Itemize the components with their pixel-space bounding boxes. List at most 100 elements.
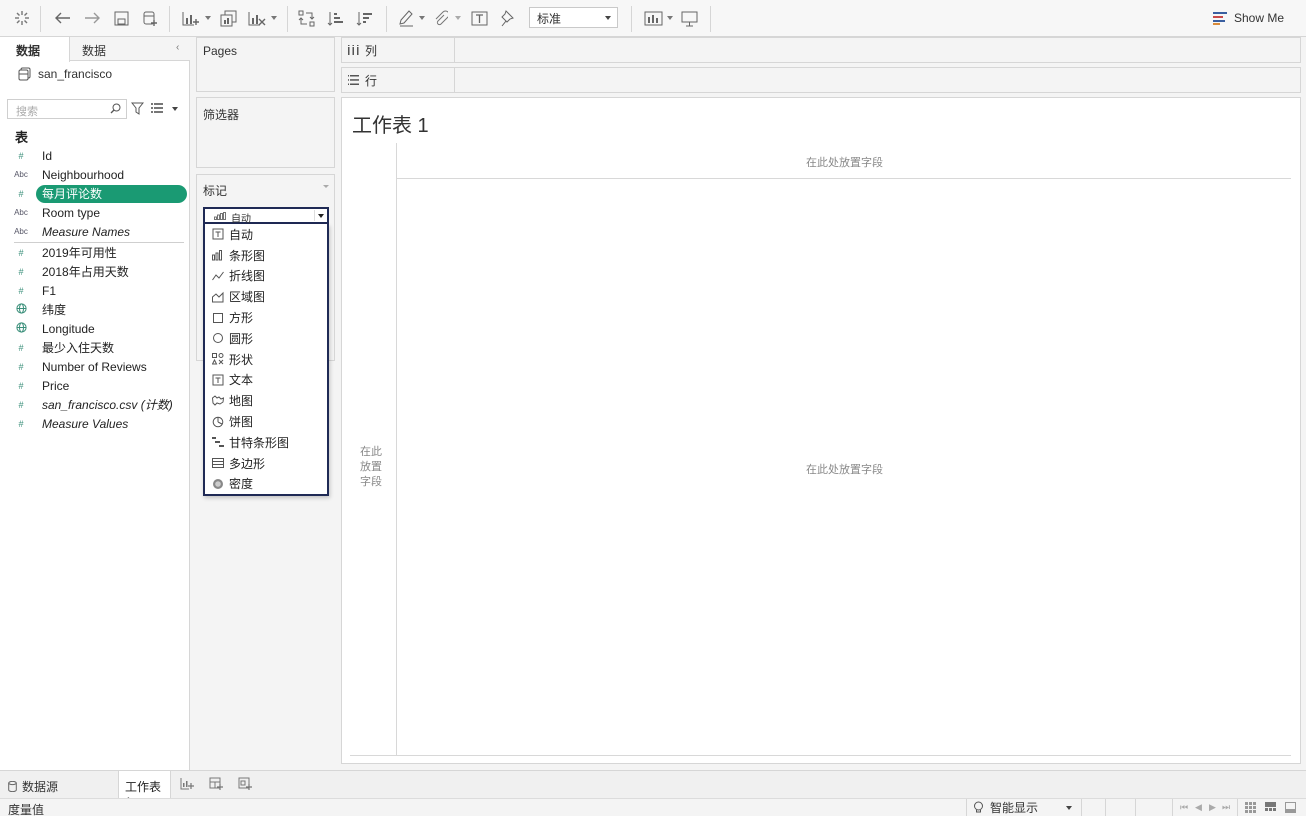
undo-icon[interactable]	[54, 7, 72, 29]
datasource-tab[interactable]: 数据源	[8, 778, 58, 795]
numeric-field-icon: #	[18, 266, 24, 277]
status-text: 度量值	[8, 803, 45, 816]
filters-shelf-title: 筛选器	[203, 108, 240, 122]
mark-type-option[interactable]: 区域图	[205, 286, 327, 307]
rows-shelf-label: 行	[342, 68, 455, 92]
presentation-icon[interactable]	[680, 7, 698, 29]
pages-shelf[interactable]: Pages	[196, 37, 335, 92]
tab-data[interactable]: 数据	[0, 37, 70, 62]
field-name: 纬度	[42, 303, 67, 317]
drop-field-rows[interactable]: 在此 放置 字段	[352, 445, 390, 490]
datasource-name: san_francisco	[38, 67, 113, 81]
columns-shelf[interactable]: 列	[341, 37, 1301, 63]
mark-type-dropdown-button[interactable]	[314, 210, 326, 221]
mark-type-option[interactable]: 圆形	[205, 328, 327, 349]
drop-field-columns[interactable]: 在此处放置字段	[782, 154, 907, 170]
mark-type-option[interactable]: 形状	[205, 349, 327, 370]
previous-page-icon[interactable]: ◀	[1195, 802, 1202, 813]
field-item[interactable]: #2018年占用天数	[0, 262, 190, 281]
new-worksheet-icon[interactable]	[180, 7, 200, 29]
search-placeholder: 搜索	[16, 106, 38, 118]
save-icon[interactable]	[113, 7, 129, 29]
sort-ascending-icon[interactable]	[326, 7, 344, 29]
field-item[interactable]: # F1	[0, 281, 190, 300]
columns-shelf-title: 列	[365, 43, 378, 58]
tableau-logo-icon[interactable]	[13, 7, 31, 29]
field-item[interactable]: #2019年可用性	[0, 243, 190, 262]
new-datasource-icon[interactable]	[141, 7, 159, 29]
mark-type-option[interactable]: 多边形	[205, 453, 327, 474]
tab-analytics[interactable]: 数据	[82, 37, 106, 61]
clear-icon[interactable]	[246, 7, 266, 29]
mark-type-option-label: 文本	[229, 373, 254, 388]
mark-type-option[interactable]: 自动	[205, 224, 327, 245]
swap-icon[interactable]	[297, 7, 315, 29]
next-page-icon[interactable]: ▶	[1209, 802, 1216, 813]
field-name: 每月评论数	[42, 187, 103, 201]
last-page-icon[interactable]: ⏭	[1222, 802, 1230, 813]
first-page-icon[interactable]: ⏮	[1180, 802, 1188, 813]
annotate-icon[interactable]	[433, 7, 449, 29]
mark-type-option[interactable]: 密度	[205, 474, 327, 495]
fit-icon[interactable]	[470, 7, 488, 29]
duplicate-icon[interactable]	[219, 7, 239, 29]
field-item[interactable]: # Price	[0, 376, 190, 395]
filmstrip-view-icon[interactable]	[1265, 802, 1276, 813]
search-input[interactable]: 搜索	[7, 99, 127, 119]
tab-worksheet-1[interactable]: 工作表 1	[118, 771, 171, 809]
mark-type-select[interactable]: 自动	[203, 207, 329, 225]
mark-type-option-label: 地图	[229, 394, 254, 409]
field-item[interactable]: Abc Measure Names	[0, 222, 190, 241]
worksheet-title[interactable]: 工作表 1	[352, 109, 429, 138]
pin-icon[interactable]	[499, 7, 515, 29]
redo-icon[interactable]	[83, 7, 101, 29]
columns-icon	[348, 45, 359, 55]
tab-view-icon[interactable]	[1285, 802, 1296, 813]
numeric-field-icon: #	[18, 150, 24, 161]
format-select[interactable]: 标准	[529, 7, 618, 28]
field-item[interactable]: # Number of Reviews	[0, 357, 190, 376]
collapse-pane-icon[interactable]: ‹	[176, 42, 179, 53]
bar-mark-icon	[205, 249, 227, 261]
new-dashboard-tab-icon[interactable]	[209, 777, 223, 791]
field-item[interactable]: # san_francisco.csv (计数)	[0, 395, 190, 414]
drop-field-center[interactable]: 在此处放置字段	[782, 461, 907, 477]
datasource-item[interactable]: san_francisco	[18, 67, 112, 81]
mark-type-option-label: 甘特条形图	[229, 435, 290, 450]
mark-type-option[interactable]: 饼图	[205, 411, 327, 432]
text-mark-icon	[205, 374, 227, 386]
mark-type-option[interactable]: 文本	[205, 370, 327, 391]
new-worksheet-tab-icon[interactable]	[180, 777, 194, 791]
chevron-down-icon[interactable]	[172, 107, 178, 111]
mark-type-option[interactable]: 甘特条形图	[205, 432, 327, 453]
field-item[interactable]: # Measure Values	[0, 414, 190, 433]
map-mark-icon	[205, 395, 227, 407]
field-item[interactable]: # 每月评论数	[0, 184, 190, 203]
field-name: Measure Names	[42, 224, 131, 239]
field-item[interactable]: # Id	[0, 146, 190, 165]
field-item[interactable]: Abc Neighbourhood	[0, 165, 190, 184]
field-item[interactable]: Longitude	[0, 319, 190, 338]
filter-icon[interactable]	[131, 102, 144, 115]
show-cards-icon[interactable]	[643, 7, 663, 29]
field-divider	[14, 242, 184, 243]
field-item[interactable]: Abc Room type	[0, 203, 190, 222]
grid-view-icon[interactable]	[1245, 802, 1256, 813]
field-item[interactable]: # 最少入住天数	[0, 338, 190, 357]
filters-shelf[interactable]: 筛选器	[196, 97, 335, 168]
mark-type-option-label: 区域图	[229, 290, 266, 305]
chevron-down-icon[interactable]	[323, 185, 329, 188]
view-options-icon[interactable]	[151, 103, 164, 114]
mark-type-option[interactable]: 方形	[205, 307, 327, 328]
rows-shelf[interactable]: 行	[341, 67, 1301, 93]
highlight-icon[interactable]	[398, 7, 414, 29]
field-item[interactable]: 纬度	[0, 300, 190, 319]
mark-type-option[interactable]: 地图	[205, 390, 327, 411]
smart-display-toggle[interactable]: 智能显示	[966, 799, 1082, 816]
format-select-value: 标准	[537, 12, 562, 26]
mark-type-option[interactable]: 折线图	[205, 266, 327, 287]
mark-type-option[interactable]: 条形图	[205, 245, 327, 266]
new-story-tab-icon[interactable]	[238, 777, 252, 791]
sort-descending-icon[interactable]	[355, 7, 373, 29]
show-me-button[interactable]: Show Me	[1213, 9, 1284, 27]
